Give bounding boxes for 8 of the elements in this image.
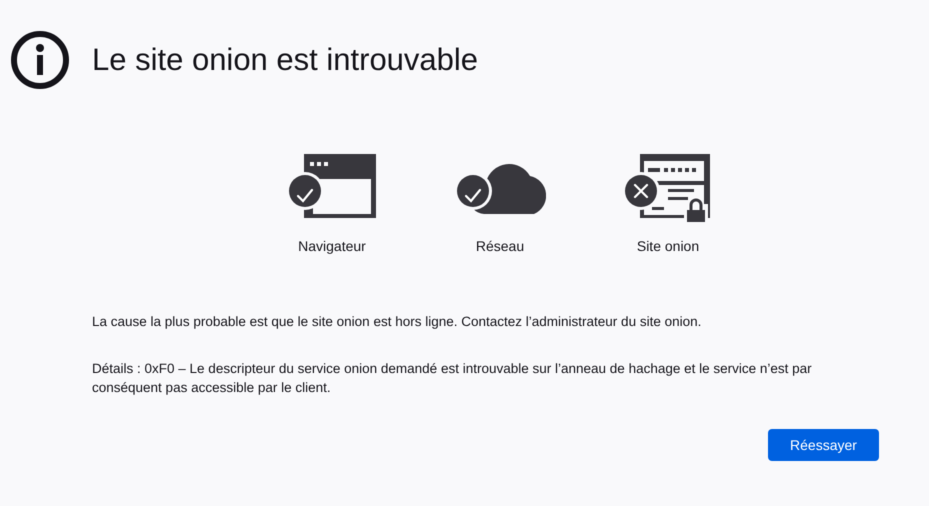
info-icon <box>10 30 70 90</box>
error-message: Détails : 0xF0 – Le descripteur du service onion demandé est introuvable sur l’anneau de hachage et le service n’est par conséquent pas accessible par le client. <box>92 360 813 397</box>
retry-button[interactable]: Réessayer <box>768 429 879 461</box>
page-title: Le site onion est introuvable <box>92 42 478 78</box>
check-label: Site onion <box>636 238 700 254</box>
error-message: La cause la plus probable est que le site onion est hors ligne. Contactez l’administrateur du site onion. <box>92 313 702 331</box>
check-label: Réseau <box>476 238 524 254</box>
check-label: Navigateur <box>298 238 366 254</box>
